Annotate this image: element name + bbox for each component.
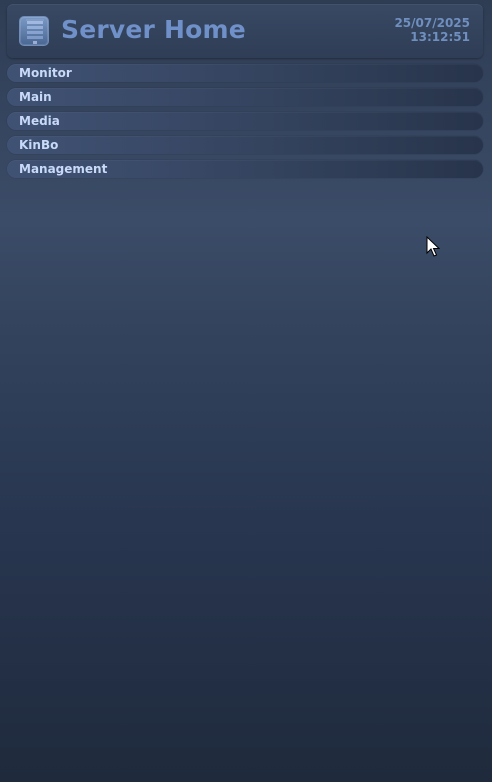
time-text: 13:12:51 — [410, 30, 470, 44]
main-navigation: Monitor Main Media KinBo Management — [7, 64, 483, 184]
mouse-pointer-icon — [426, 236, 440, 257]
nav-item-main[interactable]: Main — [7, 88, 483, 106]
nav-item-monitor[interactable]: Monitor — [7, 64, 483, 82]
nav-item-management[interactable]: Management — [7, 160, 483, 178]
server-icon — [19, 16, 49, 46]
nav-item-media[interactable]: Media — [7, 112, 483, 130]
header-bar: Server Home 25/07/2025 13:12:51 — [7, 4, 483, 58]
page-title: Server Home — [61, 15, 246, 44]
date-text: 25/07/2025 — [394, 16, 470, 30]
nav-item-kinbo[interactable]: KinBo — [7, 136, 483, 154]
date-time-display: 25/07/2025 13:12:51 — [394, 16, 470, 44]
